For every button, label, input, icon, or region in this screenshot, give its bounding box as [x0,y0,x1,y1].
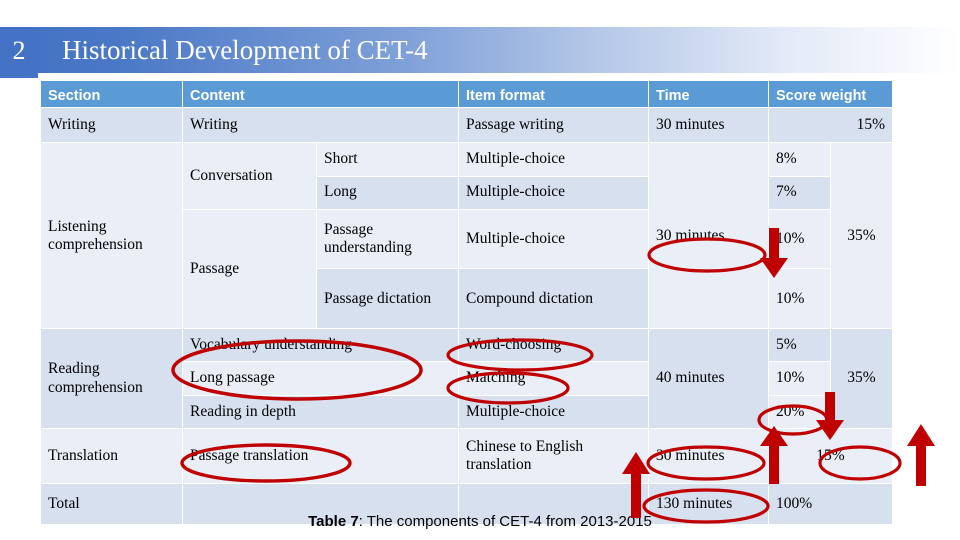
cell-content: Passage translation [181,427,460,485]
col-header-time: Time [648,79,770,109]
cell-section: Listening comprehension [40,142,183,330]
cell-section: Writing [40,107,183,144]
caption-text: : The components of CET-4 from 2013-2015 [358,513,652,530]
cell-time: 30 minutes [648,142,770,330]
cell-item-format: Multiple-choice [458,175,650,210]
cell-content: Long passage [181,361,460,396]
cell-section: Translation [40,427,183,485]
cell-content: Passage [182,208,317,330]
cell-subcontent: Passage dictation [315,268,460,330]
cell-content: Conversation [182,142,317,210]
cell-item-format: Compound dictation [458,268,650,330]
cell-weight-group: 35% [830,142,894,330]
table-caption: Table 7: The components of CET-4 from 20… [0,513,960,530]
cell-weight: 10% [768,208,832,270]
table-row: Translation Passage translation Chinese … [40,427,894,485]
cell-weight: 5% [768,328,832,363]
cell-item-format: Word-choosing [458,328,650,363]
col-header-score-weight: Score weight [768,79,894,109]
cell-weight: 15% [768,427,894,485]
table-row: Reading comprehension Vocabulary underst… [40,328,894,429]
cet4-components-table: Section Content Item format Time Score w… [40,79,894,525]
cell-subcontent: Passage understanding [315,208,460,270]
cell-item-format: Matching [458,361,650,396]
col-header-content: Content [181,79,460,109]
cell-weight: 7% [768,175,832,210]
cell-content: Vocabulary understanding [181,328,460,363]
table-row: Listening comprehension Conversation Sho… [40,142,894,330]
cell-item-format: Multiple-choice [458,142,650,177]
cell-weight: 10% [768,268,832,330]
col-header-item-format: Item format [458,79,650,109]
cell-weight: 8% [768,142,832,177]
cell-content: Reading in depth [181,394,460,429]
cell-section: Reading comprehension [40,328,183,429]
slide-number-badge: 2 [0,27,38,78]
col-header-section: Section [40,79,183,109]
cell-weight: 10% [768,361,832,396]
cell-content: Writing [181,107,460,144]
cell-weight-group: 35% [830,328,894,429]
table-header-row: Section Content Item format Time Score w… [40,79,894,109]
cell-item-format: Chinese to English translation [458,427,650,485]
cell-item-format: Multiple-choice [458,394,650,429]
cell-time: 40 minutes [648,328,770,429]
cell-subcontent: Short [315,142,460,177]
table-row: Writing Writing Passage writing 30 minut… [40,107,894,144]
cell-weight: 15% [768,107,894,144]
cell-time: 30 minutes [648,427,770,485]
caption-label: Table 7 [308,513,359,530]
cell-item-format: Multiple-choice [458,208,650,270]
cell-subcontent: Long [315,175,460,210]
cell-item-format: Passage writing [458,107,650,144]
cell-weight: 20% [768,394,832,429]
cell-time: 30 minutes [648,107,770,144]
arrow-up-translation-weight [907,424,935,486]
page-title: Historical Development of CET-4 [62,35,428,65]
